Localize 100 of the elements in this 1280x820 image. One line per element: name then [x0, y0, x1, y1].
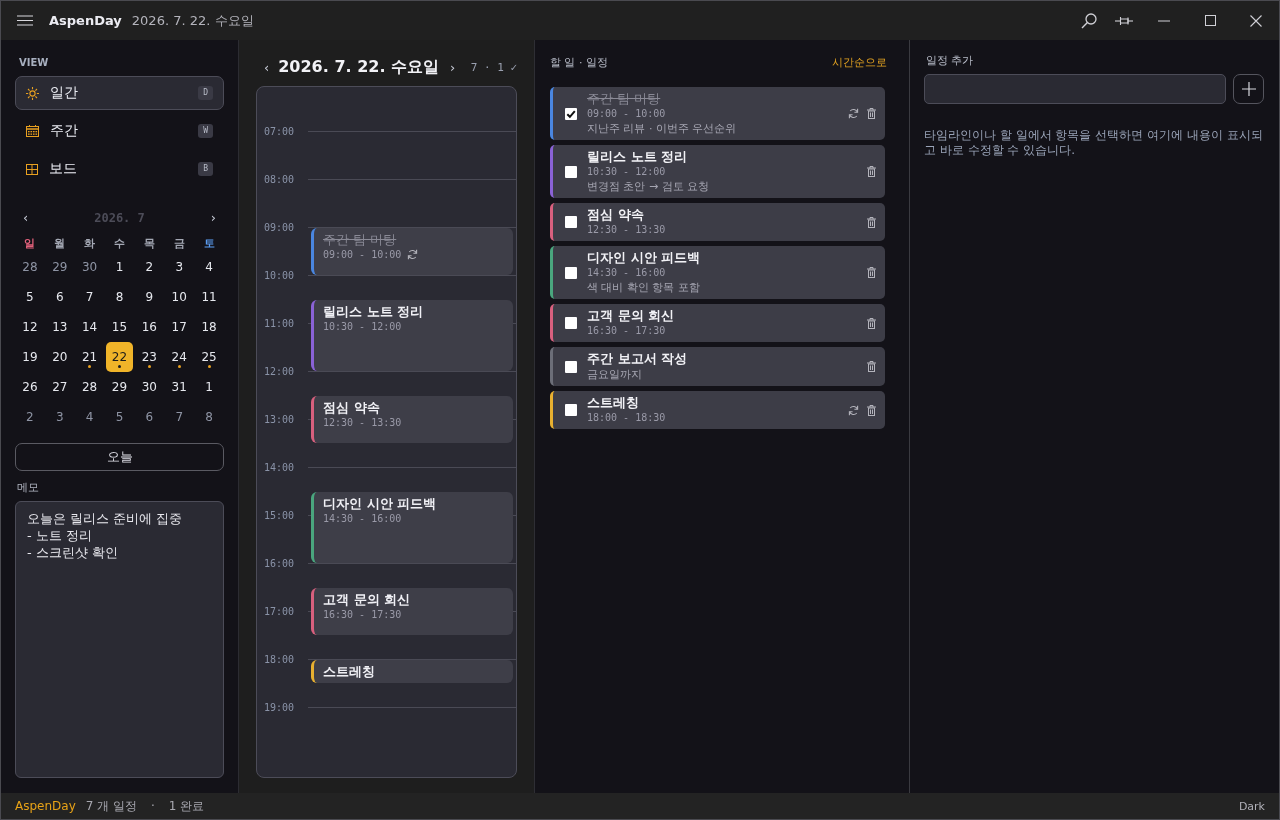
calendar-day[interactable]: 2: [135, 252, 163, 282]
calendar-day[interactable]: 30: [76, 252, 104, 282]
calendar-day[interactable]: 8: [195, 402, 223, 432]
calendar-day[interactable]: 29: [106, 372, 133, 402]
event-title: 디자인 시안 피드백: [323, 496, 437, 512]
search-icon[interactable]: [1081, 12, 1097, 29]
weekday-label: 월: [54, 236, 66, 252]
calendar-day[interactable]: 13: [46, 312, 74, 342]
calendar-day[interactable]: 4: [195, 252, 223, 282]
calendar-day[interactable]: 3: [165, 252, 193, 282]
event-block[interactable]: 디자인 시안 피드백 14:30 - 16:00: [311, 492, 513, 563]
calendar-day[interactable]: 20: [46, 342, 74, 372]
close-icon[interactable]: [1250, 14, 1262, 27]
task-title: 고객 문의 회신: [587, 308, 675, 324]
calendar-day[interactable]: 12: [16, 312, 44, 342]
status-app-name: AspenDay: [15, 799, 76, 813]
calendar-day[interactable]: 27: [46, 372, 74, 402]
task-note: 색 대비 확인 항목 포함: [587, 280, 700, 295]
task-card[interactable]: 디자인 시안 피드백 14:30 - 16:00 색 대비 확인 항목 포함: [550, 246, 885, 299]
checkbox[interactable]: [565, 165, 577, 178]
task-card[interactable]: 주간 팀 미팅 09:00 - 10:00 지난주 리뷰 · 이번주 우선순위: [550, 87, 885, 140]
shortcut-badge: B: [198, 162, 213, 176]
task-title: 주간 팀 미팅: [587, 91, 661, 107]
calendar-day[interactable]: 28: [76, 372, 104, 402]
calendar-day[interactable]: 8: [106, 282, 133, 312]
calendar-day[interactable]: 22: [106, 342, 133, 372]
sort-link[interactable]: 시간순으로: [832, 54, 887, 70]
event-block[interactable]: 스트레칭: [311, 660, 513, 683]
calendar-day[interactable]: 18: [195, 312, 223, 342]
task-card[interactable]: 고객 문의 회신 16:30 - 17:30: [550, 304, 885, 342]
calendar-day[interactable]: 29: [46, 252, 74, 282]
trash-icon[interactable]: [867, 267, 876, 278]
trash-icon[interactable]: [867, 404, 876, 416]
task-card[interactable]: 릴리스 노트 정리 10:30 - 12:00 변경점 초안 → 검토 요청: [550, 145, 885, 198]
checkbox[interactable]: [565, 107, 577, 120]
prev-day-button[interactable]: ‹: [263, 59, 271, 75]
calendar-day[interactable]: 7: [165, 402, 193, 432]
prev-month-button[interactable]: ‹: [21, 210, 31, 226]
task-card[interactable]: 스트레칭 18:00 - 18:30: [550, 391, 885, 429]
calendar-day[interactable]: 9: [135, 282, 163, 312]
app-title: AspenDay: [49, 13, 122, 28]
trash-icon[interactable]: [867, 317, 876, 329]
calendar-day[interactable]: 15: [106, 312, 133, 342]
checkbox[interactable]: [565, 360, 577, 373]
calendar-day[interactable]: 24: [165, 342, 193, 372]
input-field[interactable]: [924, 74, 1226, 104]
event-time: 14:30 - 16:00: [323, 512, 402, 525]
calendar-day[interactable]: 25: [195, 342, 223, 372]
next-month-button[interactable]: ›: [208, 210, 218, 226]
minimize-icon[interactable]: [1158, 19, 1170, 22]
task-note: 변경점 초안 → 검토 요청: [587, 179, 710, 194]
trash-icon[interactable]: [867, 166, 876, 177]
pin-icon[interactable]: [1115, 15, 1133, 26]
view-tab[interactable]: 주간 W: [15, 114, 224, 148]
next-day-button[interactable]: ›: [449, 59, 457, 75]
task-card[interactable]: 점심 약속 12:30 - 13:30: [550, 203, 885, 241]
memo-label: 메모: [17, 482, 39, 494]
event-block[interactable]: 고객 문의 회신 16:30 - 17:30: [311, 588, 513, 635]
add-button[interactable]: [1233, 74, 1264, 104]
maximize-icon[interactable]: [1205, 15, 1216, 26]
calendar-day[interactable]: 4: [76, 402, 104, 432]
event-block[interactable]: 주간 팀 미팅 09:00 - 10:00: [311, 228, 513, 275]
menu-icon[interactable]: [17, 15, 33, 26]
calendar-day[interactable]: 21: [76, 342, 104, 372]
checkbox[interactable]: [565, 266, 577, 279]
calendar-day[interactable]: 1: [106, 252, 133, 282]
calendar-day[interactable]: 31: [165, 372, 193, 402]
weekday-label: 토: [203, 236, 215, 252]
task-note: 금요일까지: [587, 367, 642, 382]
calendar-day[interactable]: 5: [106, 402, 133, 432]
today-button[interactable]: 오늘: [15, 443, 224, 471]
checkbox[interactable]: [565, 317, 577, 329]
calendar-day[interactable]: 1: [195, 372, 223, 402]
memo-field[interactable]: 오늘은 릴리스 준비에 집중 - 노트 정리 - 스크린샷 확인: [15, 501, 224, 778]
trash-icon[interactable]: [867, 216, 876, 228]
checkbox[interactable]: [565, 404, 577, 416]
calendar-day[interactable]: 17: [165, 312, 193, 342]
calendar-day[interactable]: 23: [135, 342, 163, 372]
calendar-day[interactable]: 5: [16, 282, 44, 312]
view-tab[interactable]: 일간 D: [15, 76, 224, 110]
calendar-day[interactable]: 2: [16, 402, 44, 432]
calendar-day[interactable]: 3: [46, 402, 74, 432]
trash-icon[interactable]: [867, 361, 876, 372]
task-card[interactable]: 주간 보고서 작성 금요일까지: [550, 347, 885, 386]
calendar-day[interactable]: 11: [195, 282, 223, 312]
checkbox[interactable]: [565, 216, 577, 228]
calendar-day[interactable]: 30: [135, 372, 163, 402]
calendar-day[interactable]: 16: [135, 312, 163, 342]
calendar-day[interactable]: 14: [76, 312, 104, 342]
calendar-day[interactable]: 28: [16, 252, 44, 282]
calendar-day[interactable]: 19: [16, 342, 44, 372]
calendar-day[interactable]: 6: [46, 282, 74, 312]
view-tab[interactable]: 보드 B: [15, 152, 224, 186]
calendar-day[interactable]: 26: [16, 372, 44, 402]
calendar-day[interactable]: 10: [165, 282, 193, 312]
event-block[interactable]: 릴리스 노트 정리 10:30 - 12:00: [311, 300, 513, 371]
calendar-day[interactable]: 6: [135, 402, 163, 432]
calendar-day[interactable]: 7: [76, 282, 104, 312]
event-block[interactable]: 점심 약속 12:30 - 13:30: [311, 396, 513, 443]
trash-icon[interactable]: [867, 108, 876, 119]
